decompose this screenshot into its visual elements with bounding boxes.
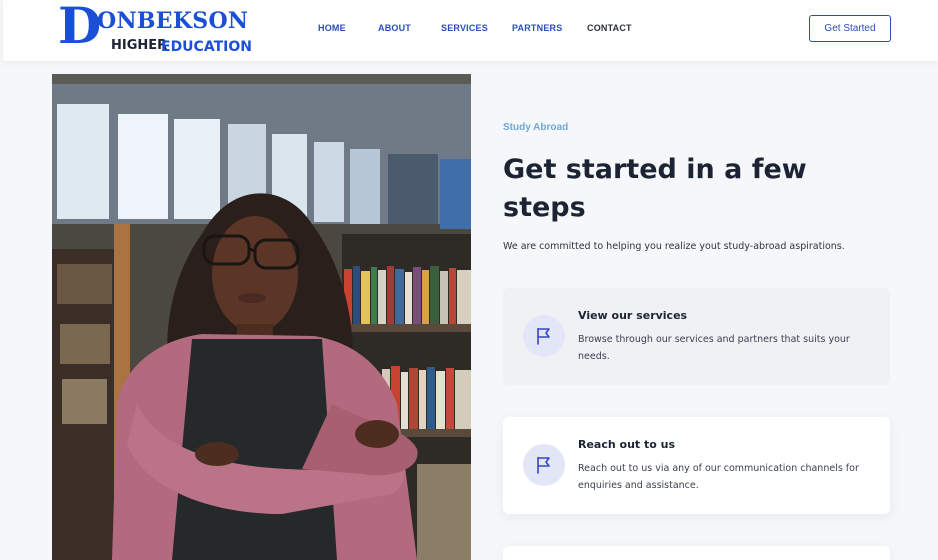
- card-reach-out[interactable]: Reach out to us Reach out to us via any …: [503, 417, 890, 514]
- logo-letter: D: [58, 0, 102, 55]
- site-header: D ONBEKSON HIGHER EDUCATION HOME ABOUT S…: [3, 0, 938, 61]
- hero-photo: [52, 74, 471, 560]
- logo-higher: HIGHER: [111, 38, 168, 53]
- hero-headline: Get started in a few steps: [503, 154, 807, 223]
- card-view-services[interactable]: View our services Browse through our ser…: [503, 288, 890, 385]
- nav-contact[interactable]: CONTACT: [587, 22, 632, 36]
- logo-name: ONBEKSON: [97, 8, 249, 34]
- card-partial[interactable]: [503, 546, 890, 560]
- get-started-button[interactable]: Get Started: [809, 15, 891, 42]
- card-description: Browse through our services and partners…: [578, 334, 850, 362]
- brand-logo[interactable]: D ONBEKSON HIGHER EDUCATION: [58, 0, 258, 57]
- hero-subtitle: We are committed to helping you realize …: [503, 241, 845, 252]
- card-description: Reach out to us via any of our communica…: [578, 463, 859, 491]
- nav-home[interactable]: HOME: [318, 22, 346, 36]
- nav-about[interactable]: ABOUT: [378, 22, 411, 36]
- flag-icon: [523, 444, 565, 486]
- nav-services[interactable]: SERVICES: [441, 22, 488, 36]
- logo-education: EDUCATION: [161, 39, 252, 55]
- hero-eyebrow: Study Abroad: [503, 122, 569, 133]
- card-title: Reach out to us: [578, 438, 676, 451]
- flag-icon: [523, 315, 565, 357]
- card-title: View our services: [578, 309, 688, 322]
- nav-partners[interactable]: PARTNERS: [512, 22, 562, 36]
